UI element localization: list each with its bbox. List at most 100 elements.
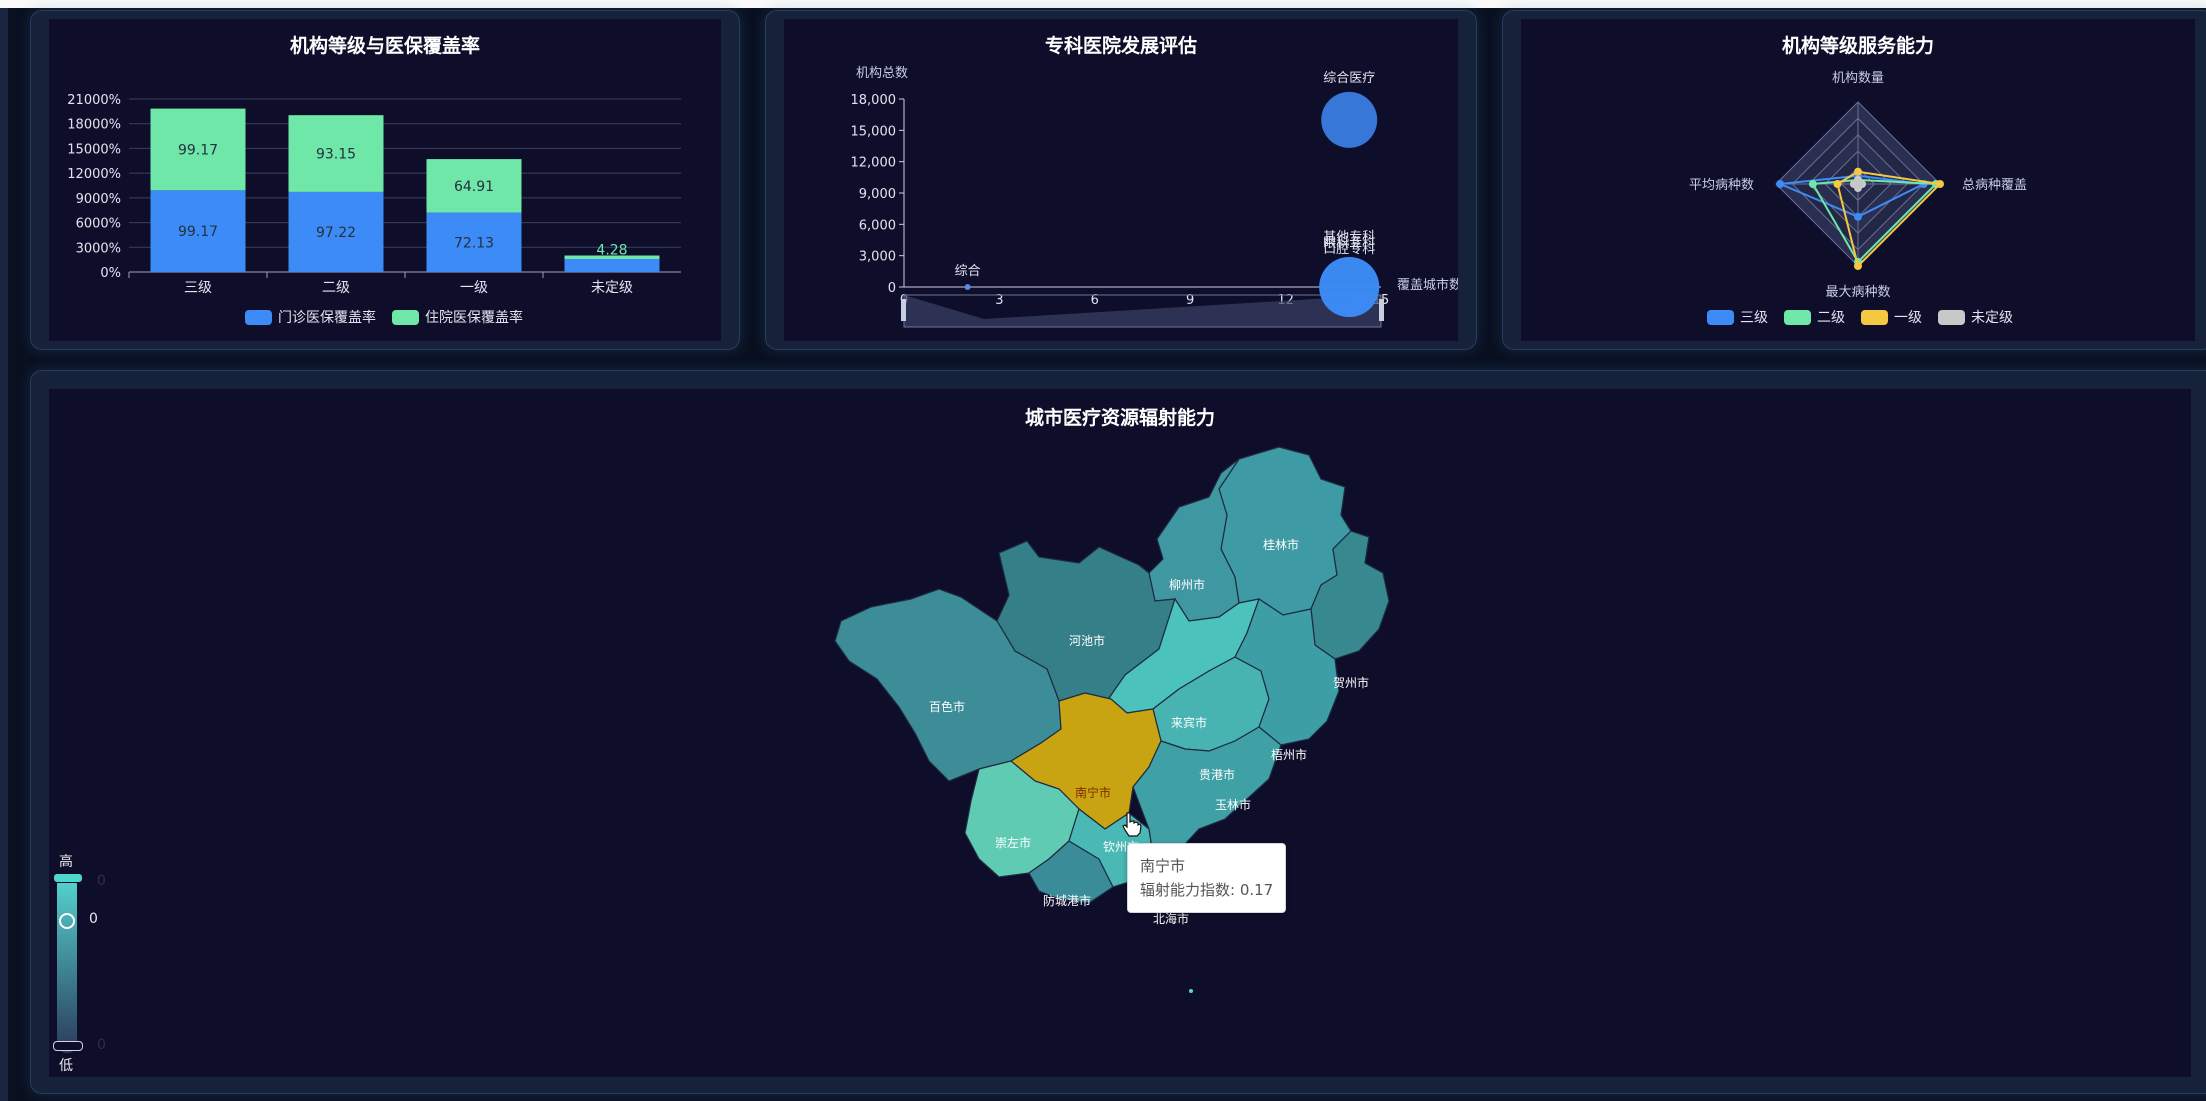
map-region-label: 百色市	[929, 699, 965, 714]
radar-legend-item[interactable]: 三级	[1707, 307, 1768, 327]
map-region-label: 贺州市	[1333, 675, 1369, 690]
radar-legend-item[interactable]: 二级	[1784, 307, 1845, 327]
bubble-ytick-label: 6,000	[859, 218, 896, 233]
map-region-label: 贵港市	[1199, 767, 1235, 782]
visualmap-bar[interactable]	[57, 875, 77, 1053]
bar-data-label: 15.75	[592, 259, 632, 275]
bar-legend-label: 住院医保覆盖率	[425, 310, 523, 326]
bar-ytick-label: 12000%	[67, 167, 121, 182]
bubble-datazoom-area	[904, 295, 1381, 327]
bubble-point-label: 综合医疗	[1323, 71, 1375, 86]
radar-series-point	[1776, 180, 1785, 188]
bar-ytick-label: 3000%	[76, 241, 121, 256]
radar-indicator-label: 机构数量	[1832, 71, 1884, 86]
bar-ytick-label: 18000%	[67, 118, 121, 133]
radar-series-point	[1854, 167, 1862, 176]
window-left-edge	[0, 8, 8, 1101]
bar-ytick-label: 6000%	[76, 217, 121, 232]
bubble-xlabel: 覆盖城市数	[1397, 277, 1458, 293]
bar-data-label: 99.17	[178, 224, 218, 240]
map-region-label: 南宁市	[1075, 785, 1111, 800]
radar-legend-swatch	[1784, 309, 1811, 325]
map-island	[1189, 989, 1193, 993]
radar-legend-label: 二级	[1817, 310, 1845, 326]
map-region-label: 柳州市	[1169, 577, 1205, 592]
radar-indicator-label: 总病种覆盖	[1962, 178, 2027, 193]
bar-data-label: 4.28	[596, 242, 627, 258]
bar-legend-item[interactable]: 住院医保覆盖率	[392, 307, 523, 327]
bar-legend-label: 门诊医保覆盖率	[278, 310, 376, 326]
bar-xtick-label: 未定级	[591, 280, 633, 296]
radar-chart-legend[interactable]: 三级 二级 一级 未定级	[1707, 307, 2013, 327]
bubble-datazoom-handle-right	[1379, 299, 1384, 321]
visualmap-top-handle[interactable]	[53, 873, 83, 883]
bar-ytick-label: 21000%	[67, 93, 121, 108]
map-tooltip: 南宁市 辐射能力指数: 0.17	[1127, 843, 1287, 913]
visualmap-low-label: 低	[59, 1058, 73, 1074]
bar-data-label: 64.91	[454, 179, 494, 195]
bubble-ytick-label: 15,000	[851, 124, 897, 139]
bubble-point	[1319, 257, 1380, 317]
bubble-ytick-label: 3,000	[859, 250, 896, 265]
bar-xtick-label: 一级	[460, 280, 488, 296]
radar-chart: 机构数量总病种覆盖最大病种数 平均病种数	[1689, 71, 2027, 300]
map-region-label: 桂林市	[1263, 537, 1299, 552]
visualmap-high-label: 高	[59, 854, 73, 870]
radar-indicator-label: 平均病种数	[1689, 178, 1754, 193]
radar-legend-item[interactable]: 一级	[1861, 307, 1922, 327]
bar-xtick-label: 二级	[322, 280, 350, 296]
visualmap-value: 0	[89, 911, 98, 927]
bar-ytick-label: 15000%	[67, 142, 121, 157]
radar-series-point	[1849, 180, 1858, 188]
bar-chart: 0% 3000% 6000% 9000% 12000% 15000% 18000% 21000…	[67, 93, 681, 296]
bubble-point-label: 其他专科	[1323, 230, 1375, 245]
map-region-label: 来宾市	[1171, 715, 1207, 730]
bar-legend-item[interactable]: 门诊医保覆盖率	[245, 307, 376, 327]
visualmap-max-ghost: 0	[97, 873, 106, 889]
bubble-chart: 机构总数 0 3,000 6,000 9,000 12,000 15,000 18,000 覆盖…	[851, 66, 1458, 328]
map-region-label: 崇左市	[995, 835, 1031, 850]
map-region-label: 北海市	[1153, 911, 1189, 926]
bubble-ytick-label: 0	[888, 281, 896, 296]
visualmap-min-ghost: 0	[97, 1037, 106, 1053]
radar-chart-card: 机构等级服务能力 机构数量 总病种覆盖 最大病种数 平均病种数 三级 二级 一级 未定级	[1502, 10, 2206, 350]
bubble-ylabel: 机构总数	[856, 66, 908, 81]
map-region-label: 防城港市	[1043, 893, 1091, 908]
radar-series-point	[1854, 262, 1862, 270]
bubble-datazoom-handle-left	[901, 299, 906, 321]
map-region-label: 梧州市	[1271, 747, 1307, 762]
radar-legend-swatch	[1707, 309, 1734, 325]
radar-series-point	[1833, 180, 1842, 188]
bar-ytick-label: 0%	[100, 266, 121, 281]
bar-data-label: 99.17	[178, 142, 218, 158]
radar-series-point	[1854, 212, 1862, 221]
bar-legend-swatch	[245, 309, 272, 325]
tooltip-value: 辐射能力指数: 0.17	[1140, 881, 1274, 899]
radar-legend-swatch	[1861, 309, 1888, 325]
tooltip-city: 南宁市	[1140, 857, 1186, 875]
window-top-edge	[0, 0, 2206, 8]
radar-legend-label: 未定级	[1971, 310, 2013, 326]
bar-legend-swatch	[392, 309, 419, 325]
bar-chart-card: 机构等级与医保覆盖率 0% 3000% 6000% 9000% 12000% 15000%…	[30, 10, 740, 350]
radar-legend-item[interactable]: 未定级	[1938, 307, 2013, 327]
bubble-point	[1321, 91, 1378, 148]
bar-data-label: 93.15	[316, 147, 356, 163]
bar-data-label: 72.13	[454, 235, 494, 251]
guangxi-map[interactable]: 桂林市柳州市贺州市河池市百色市来宾市贵港市梧州市南宁市崇左市防城港市钦州市北海市…	[49, 389, 2191, 1077]
bubble-chart-card: 专科医院发展评估 机构总数 0 3,000 6,000 9,000 12,000 15,00…	[765, 10, 1477, 350]
radar-legend-label: 三级	[1740, 310, 1768, 326]
bar-chart-legend[interactable]: 门诊医保覆盖率 住院医保覆盖率	[245, 307, 523, 327]
bar-ytick-label: 9000%	[76, 192, 121, 207]
map-region-label: 河池市	[1069, 633, 1105, 648]
map-region-label: 玉林市	[1215, 797, 1251, 812]
bubble-ytick-label: 9,000	[859, 187, 896, 202]
bubble-ytick-label: 12,000	[851, 156, 897, 171]
radar-legend-label: 一级	[1894, 310, 1922, 326]
hand-cursor-icon	[1122, 812, 1142, 837]
visualmap-indicator	[59, 913, 75, 929]
visualmap-bottom-handle[interactable]	[53, 1041, 83, 1051]
map-card: 城市医疗资源辐射能力 桂林市 柳州市 贺州市 河池市 百色市 来宾市 贵港市 梧州市 南宁市 崇左…	[30, 370, 2206, 1094]
radar-indicator-label: 最大病种数	[1825, 285, 1890, 300]
bar-xtick-label: 三级	[184, 280, 212, 296]
